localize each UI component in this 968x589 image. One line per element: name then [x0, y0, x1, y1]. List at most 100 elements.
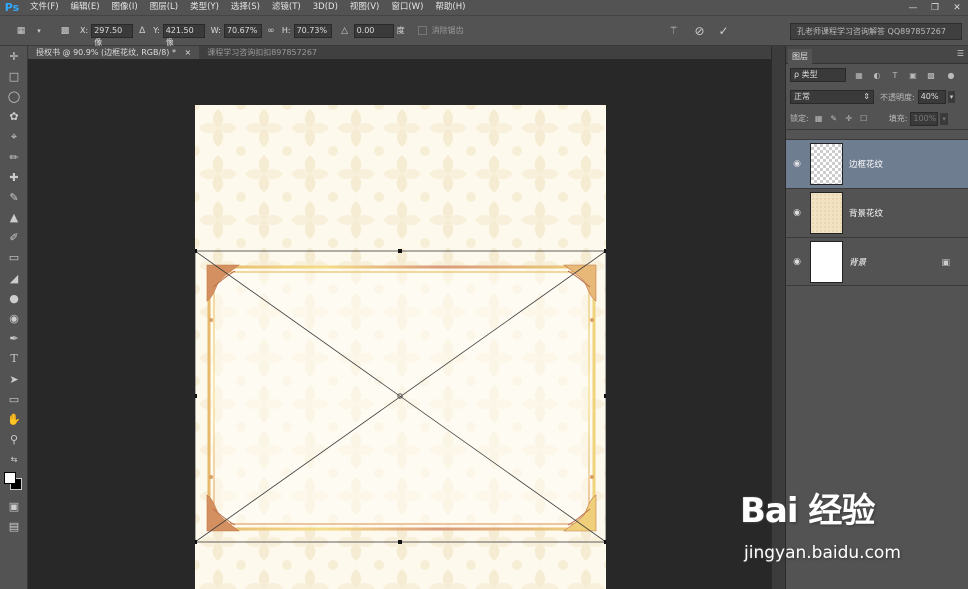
- reference-point-icon[interactable]: ▩: [58, 24, 72, 38]
- crop-tool-icon[interactable]: ⌖: [0, 127, 28, 147]
- layer-background-pattern[interactable]: ◉ 背景花纹: [786, 188, 968, 237]
- cancel-transform-icon[interactable]: ⊘: [693, 24, 707, 38]
- history-brush-tool-icon[interactable]: ✐: [0, 228, 28, 248]
- window-controls: — ❐ ✕: [902, 0, 968, 15]
- lasso-tool-icon[interactable]: ◯: [0, 86, 28, 106]
- screen-mode-icon[interactable]: ▤: [0, 516, 28, 536]
- lock-icon: ▣: [941, 258, 950, 268]
- panel-menu-icon[interactable]: ☰: [957, 49, 964, 58]
- menu-help[interactable]: 帮助(H): [429, 0, 471, 15]
- move-tool-icon[interactable]: ✛: [0, 46, 28, 66]
- layer-name[interactable]: 边框花纹: [849, 158, 883, 170]
- warp-icon[interactable]: ⚚: [667, 24, 681, 38]
- menu-3d[interactable]: 3D(D): [307, 0, 344, 15]
- eye-icon[interactable]: ◉: [786, 159, 808, 169]
- angle-field[interactable]: 0.00: [353, 23, 394, 38]
- tab-document-label: 授权书 @ 90.9% (边框花纹, RGB/8) *: [36, 48, 176, 57]
- menu-filter[interactable]: 滤镜(T): [266, 0, 307, 15]
- x-field[interactable]: 297.50 像: [91, 23, 134, 47]
- minimize-icon[interactable]: —: [902, 0, 924, 15]
- filter-smart-object-icon[interactable]: ▩: [926, 70, 936, 80]
- close-tab-icon[interactable]: ×: [185, 48, 192, 57]
- menu-window[interactable]: 窗口(W): [385, 0, 429, 15]
- blend-mode-value: 正常: [794, 92, 810, 101]
- baidu-watermark: Bai 经验 jingyan.baidu.com: [740, 483, 960, 573]
- layer-thumbnail: [810, 240, 843, 283]
- opacity-field[interactable]: 40%: [917, 90, 946, 104]
- lock-all-icon[interactable]: ☐: [859, 114, 869, 124]
- filter-shape-icon[interactable]: ▣: [908, 70, 918, 80]
- healing-tool-icon[interactable]: ✚: [0, 167, 28, 187]
- filter-row: ρ 类型 ▦ ◐ T ▣ ▩ ●: [786, 64, 968, 86]
- eraser-tool-icon[interactable]: ▭: [0, 248, 28, 268]
- filter-pixel-icon[interactable]: ▦: [854, 70, 864, 80]
- layer-name[interactable]: 背景花纹: [849, 207, 883, 219]
- restore-icon[interactable]: ❐: [924, 0, 946, 15]
- h-label: H:: [281, 26, 291, 35]
- close-icon[interactable]: ✕: [946, 0, 968, 15]
- blur-tool-icon[interactable]: ●: [0, 288, 28, 308]
- h-field[interactable]: 70.73%: [293, 23, 332, 38]
- menu-image[interactable]: 图像(I): [106, 0, 144, 15]
- lock-position-icon[interactable]: ✛: [844, 114, 854, 124]
- swap-colors-icon[interactable]: ⇆: [0, 450, 28, 470]
- menu-view[interactable]: 视图(V): [344, 0, 385, 15]
- quick-select-tool-icon[interactable]: ✿: [0, 107, 28, 127]
- fill-dropdown-icon[interactable]: ▾: [940, 112, 948, 125]
- menu-select[interactable]: 选择(S): [225, 0, 266, 15]
- fill-label: 填充:: [888, 114, 908, 123]
- eye-icon[interactable]: ◉: [786, 208, 808, 218]
- opacity-dropdown-icon[interactable]: ▾: [947, 91, 956, 103]
- y-field[interactable]: 421.50 像: [162, 23, 205, 47]
- color-swatches[interactable]: [0, 470, 28, 496]
- brush-tool-icon[interactable]: ✎: [0, 187, 28, 207]
- document-page[interactable]: [195, 105, 606, 589]
- move-tool-preset-icon[interactable]: ▦: [14, 24, 28, 38]
- blend-row: 正常 ⇕ 不透明度: 40% ▾: [786, 86, 968, 108]
- w-label: W:: [210, 26, 221, 35]
- tab-document[interactable]: 授权书 @ 90.9% (边框花纹, RGB/8) * ×: [28, 46, 200, 59]
- marquee-tool-icon[interactable]: □: [0, 66, 28, 86]
- layer-background[interactable]: ◉ 背景 ▣: [786, 237, 968, 286]
- workspace-switcher[interactable]: 孔老师课程学习咨询解答 QQ897857267: [790, 23, 962, 40]
- filter-toggle-icon[interactable]: ●: [946, 70, 956, 80]
- layer-name[interactable]: 背景: [849, 256, 866, 268]
- fill-field[interactable]: 100%: [910, 111, 939, 126]
- shape-tool-icon[interactable]: ▭: [0, 389, 28, 409]
- menu-file[interactable]: 文件(F): [24, 0, 65, 15]
- path-select-tool-icon[interactable]: ➤: [0, 369, 28, 389]
- watermark-url: jingyan.baidu.com: [744, 543, 901, 563]
- type-tool-icon[interactable]: T: [0, 349, 28, 369]
- zoom-tool-icon[interactable]: ⚲: [0, 430, 28, 450]
- chevron-down-icon: ⇕: [863, 92, 870, 101]
- commit-transform-icon[interactable]: ✓: [717, 24, 731, 38]
- layers-tab[interactable]: 图层: [788, 49, 812, 64]
- dodge-tool-icon[interactable]: ◉: [0, 308, 28, 328]
- gradient-tool-icon[interactable]: ◢: [0, 268, 28, 288]
- dropdown-arrow-icon[interactable]: ▾: [32, 24, 46, 38]
- filter-type-icon[interactable]: T: [890, 70, 900, 80]
- menu-type[interactable]: 类型(Y): [184, 0, 225, 15]
- foreground-color[interactable]: [4, 471, 16, 484]
- tab-course[interactable]: 课程学习咨询扣扣897857267: [199, 46, 325, 59]
- filter-adjustment-icon[interactable]: ◐: [872, 70, 882, 80]
- stamp-tool-icon[interactable]: ▲: [0, 208, 28, 228]
- blend-mode-select[interactable]: 正常 ⇕: [790, 90, 874, 104]
- menu-edit[interactable]: 编辑(E): [65, 0, 106, 15]
- pen-tool-icon[interactable]: ✒: [0, 329, 28, 349]
- menu-layer[interactable]: 图层(L): [144, 0, 184, 15]
- lock-transparency-icon[interactable]: ▦: [814, 114, 824, 124]
- options-bar: ▦ ▾ ▩ X: 297.50 像 Δ Y: 421.50 像 W: 70.67…: [0, 15, 968, 47]
- y-label: Y:: [153, 26, 160, 35]
- w-field[interactable]: 70.67%: [223, 23, 262, 38]
- eyedropper-tool-icon[interactable]: ✏: [0, 147, 28, 167]
- lock-pixels-icon[interactable]: ✎: [829, 114, 839, 124]
- delta-icon[interactable]: Δ: [135, 24, 149, 38]
- eye-icon[interactable]: ◉: [786, 257, 808, 267]
- quick-mask-icon[interactable]: ▣: [0, 496, 28, 516]
- antialias-checkbox[interactable]: [417, 26, 427, 35]
- hand-tool-icon[interactable]: ✋: [0, 409, 28, 429]
- layer-border-pattern[interactable]: ◉ 边框花纹: [786, 139, 968, 188]
- layer-filter-select[interactable]: ρ 类型: [790, 68, 846, 82]
- link-icon[interactable]: ∞: [264, 24, 278, 38]
